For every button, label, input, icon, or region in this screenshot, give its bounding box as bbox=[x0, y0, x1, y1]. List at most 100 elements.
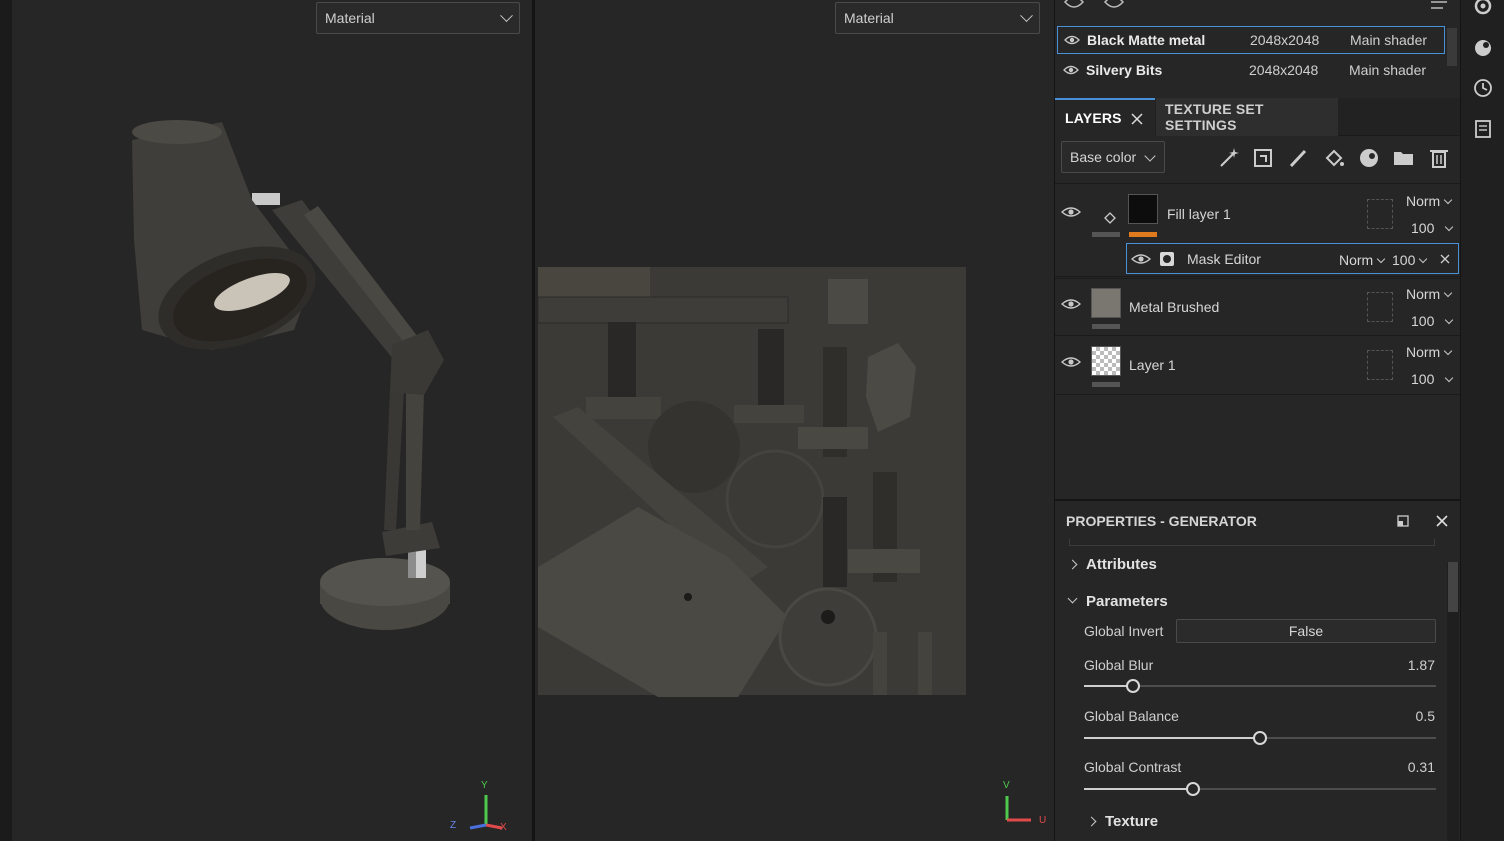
global-invert-value: False bbox=[1288, 623, 1324, 639]
eye-icon[interactable] bbox=[1131, 252, 1151, 266]
right-icon-strip bbox=[1460, 0, 1504, 841]
visibility-settings-icon[interactable] bbox=[1063, 0, 1085, 12]
layer-stack-empty-area[interactable] bbox=[1055, 396, 1461, 501]
axis-u-label: U bbox=[1039, 815, 1047, 826]
maximize-icon[interactable] bbox=[1397, 515, 1409, 527]
list-filter-icon[interactable] bbox=[1429, 0, 1449, 14]
layer-blend-label: Norm bbox=[1406, 193, 1441, 209]
global-contrast-label: Global Contrast bbox=[1084, 759, 1182, 775]
texture-set-row[interactable]: Black Matte metal 2048x2048 Main shader bbox=[1057, 26, 1445, 54]
layer-row-metal-brushed[interactable]: Metal Brushed Norm 100 bbox=[1055, 278, 1461, 336]
layer-mask-slot[interactable] bbox=[1367, 199, 1393, 229]
tab-texture-set-settings-label: TEXTURE SET SETTINGS bbox=[1165, 101, 1264, 133]
section-attributes-label: Attributes bbox=[1086, 556, 1157, 573]
eye-icon[interactable] bbox=[1063, 64, 1079, 76]
section-divider bbox=[1069, 539, 1435, 546]
fill-bucket-icon bbox=[1104, 212, 1116, 224]
slider-knob[interactable] bbox=[1126, 679, 1140, 693]
log-clipboard-icon[interactable] bbox=[1473, 118, 1493, 138]
axis-gizmo-2d: V U bbox=[1001, 780, 1054, 833]
texture-set-shader: Main shader bbox=[1350, 32, 1428, 48]
chevron-right-icon bbox=[1086, 816, 1097, 827]
trash-icon[interactable] bbox=[1427, 146, 1451, 170]
mask-generator-icon bbox=[1160, 252, 1174, 266]
layer-row-paint[interactable]: Layer 1 Norm 100 bbox=[1055, 337, 1461, 395]
paint-brush-icon[interactable] bbox=[1287, 146, 1311, 170]
global-contrast-slider[interactable] bbox=[1084, 781, 1436, 797]
close-icon[interactable] bbox=[1435, 514, 1449, 528]
channel-select-label: Base color bbox=[1070, 149, 1137, 165]
layer-name: Metal Brushed bbox=[1129, 299, 1220, 315]
tab-layers[interactable]: LAYERS bbox=[1055, 98, 1155, 136]
close-icon[interactable] bbox=[1440, 254, 1450, 264]
layer-name: Fill layer 1 bbox=[1167, 206, 1231, 222]
magic-wand-icon[interactable] bbox=[1217, 146, 1241, 170]
layer-mask-slot[interactable] bbox=[1367, 292, 1393, 322]
layer-thumbnail bbox=[1128, 194, 1158, 224]
texture-set-scrollbar[interactable] bbox=[1447, 28, 1457, 66]
layer-thumb-bar bbox=[1092, 382, 1120, 387]
eye-info-icon[interactable] bbox=[1103, 0, 1125, 12]
mask-opacity[interactable]: 100 bbox=[1392, 252, 1428, 268]
slider-knob[interactable] bbox=[1186, 782, 1200, 796]
eye-icon[interactable] bbox=[1061, 355, 1081, 369]
viewport-2d[interactable]: Material V U bbox=[534, 0, 1054, 841]
global-balance-slider[interactable] bbox=[1084, 730, 1436, 746]
layer-opacity-value: 100 bbox=[1411, 220, 1435, 236]
slider-knob[interactable] bbox=[1253, 731, 1267, 745]
layer-blend-mode[interactable]: Norm bbox=[1406, 344, 1453, 360]
global-blur-slider[interactable] bbox=[1084, 678, 1436, 694]
chevron-down-icon bbox=[1144, 150, 1156, 162]
slider-fill bbox=[1084, 737, 1260, 739]
eye-icon[interactable] bbox=[1061, 205, 1081, 219]
folder-icon[interactable] bbox=[1392, 146, 1416, 170]
channel-select[interactable]: Base color bbox=[1061, 141, 1165, 173]
layer-thumb-bar bbox=[1092, 324, 1120, 329]
section-attributes[interactable]: Attributes bbox=[1067, 556, 1157, 573]
smart-material-icon[interactable] bbox=[1357, 146, 1381, 170]
layer-blend-mode[interactable]: Norm bbox=[1406, 286, 1453, 302]
history-icon[interactable] bbox=[1473, 78, 1493, 98]
display-settings-icon[interactable] bbox=[1473, 38, 1493, 58]
layer-opacity[interactable]: 100 bbox=[1411, 313, 1454, 329]
global-blur-label: Global Blur bbox=[1084, 657, 1154, 673]
mask-editor-row[interactable]: Mask Editor Norm 100 bbox=[1126, 243, 1459, 274]
texture-set-row[interactable]: Silvery Bits 2048x2048 Main shader bbox=[1057, 56, 1445, 84]
global-contrast-value: 0.31 bbox=[1407, 759, 1435, 775]
layer-opacity[interactable]: 100 bbox=[1411, 220, 1454, 236]
section-texture[interactable]: Texture bbox=[1086, 813, 1159, 830]
axis-gizmo-3d: Y Z X bbox=[448, 780, 518, 838]
lamp-model bbox=[132, 120, 450, 630]
mask-editor-name: Mask Editor bbox=[1187, 251, 1261, 267]
eye-icon[interactable] bbox=[1064, 34, 1080, 46]
gear-icon[interactable] bbox=[1473, 0, 1493, 16]
section-parameters[interactable]: Parameters bbox=[1067, 593, 1168, 610]
chevron-down-icon bbox=[1376, 254, 1386, 264]
tab-texture-set-settings[interactable]: TEXTURE SET SETTINGS bbox=[1156, 98, 1338, 136]
chevron-down-icon bbox=[1445, 373, 1454, 383]
layer-blend-mode[interactable]: Norm bbox=[1406, 193, 1453, 209]
effect-icon[interactable] bbox=[1252, 146, 1276, 170]
close-icon[interactable] bbox=[1131, 113, 1143, 125]
properties-scrollbar[interactable] bbox=[1447, 562, 1459, 841]
properties-header: PROPERTIES - GENERATOR bbox=[1055, 503, 1461, 539]
viewport-2d-mode-select[interactable]: Material bbox=[835, 2, 1040, 34]
chevron-down-icon bbox=[1443, 346, 1453, 356]
layer-thumb-bar bbox=[1092, 232, 1120, 237]
eye-icon[interactable] bbox=[1061, 297, 1081, 311]
texture-set-shader: Main shader bbox=[1349, 62, 1427, 78]
texture-set-resolution: 2048x2048 bbox=[1250, 32, 1320, 48]
layer-opacity[interactable]: 100 bbox=[1411, 371, 1454, 387]
right-panel: Black Matte metal 2048x2048 Main shader … bbox=[1054, 0, 1461, 841]
fill-bucket-icon[interactable] bbox=[1322, 146, 1346, 170]
layer-name: Layer 1 bbox=[1129, 357, 1176, 373]
layer-mask-slot[interactable] bbox=[1367, 350, 1393, 380]
chevron-down-icon bbox=[1020, 8, 1033, 22]
global-invert-label: Global Invert bbox=[1084, 623, 1164, 639]
mask-blend-mode[interactable]: Norm bbox=[1339, 252, 1386, 268]
viewport-3d[interactable]: Material Y Z X bbox=[0, 0, 532, 841]
chevron-right-icon bbox=[1067, 559, 1078, 570]
scrollbar-thumb[interactable] bbox=[1448, 562, 1458, 612]
global-invert-toggle[interactable]: False bbox=[1176, 619, 1436, 643]
section-texture-label: Texture bbox=[1105, 813, 1159, 830]
